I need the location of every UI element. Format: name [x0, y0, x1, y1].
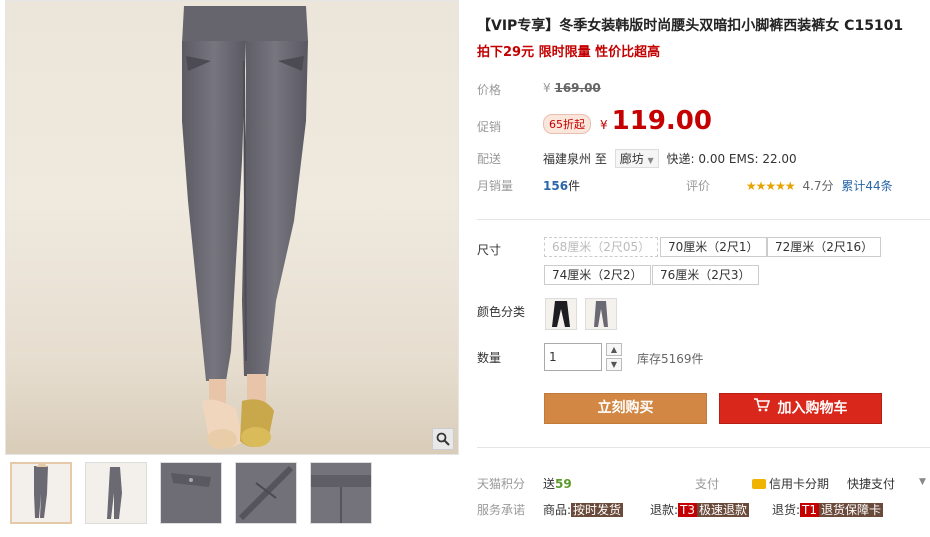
zoom-button[interactable]: [432, 428, 454, 450]
points-prefix: 送: [543, 477, 556, 491]
divider: [477, 219, 930, 220]
thumbnail-2[interactable]: [85, 462, 147, 524]
product-subtitle: 拍下29元 限时限量 性价比超高: [477, 45, 661, 60]
ship-to-word: 至: [594, 152, 607, 166]
thumb-pants-full: [34, 466, 48, 518]
size-option-72[interactable]: 72厘米（2尺16）: [767, 237, 882, 257]
quantity-input[interactable]: 1: [544, 343, 602, 371]
thumb-fabric-detail: [161, 463, 221, 523]
fast-pay-link[interactable]: 快捷支付: [847, 475, 895, 492]
orig-price-label: 价格: [477, 83, 502, 97]
promo-price-value: 119.00: [611, 106, 712, 136]
rating-score: 4.7分: [802, 179, 834, 193]
thumb-pants-side: [107, 467, 122, 519]
thumb-pocket-detail: [236, 463, 296, 523]
buy-now-button[interactable]: 立刻购买: [544, 393, 707, 424]
orig-price: ¥ 169.00: [543, 81, 601, 95]
stock-count: 库存5169件: [637, 352, 704, 366]
thumbnail-1[interactable]: [10, 462, 72, 524]
service-return-label: 退货:: [772, 503, 801, 517]
add-to-cart-button[interactable]: 加入购物车: [719, 393, 882, 424]
discount-badge: 65折起: [543, 114, 591, 134]
gray-pants-swatch: [594, 301, 608, 327]
color-option-gray[interactable]: [585, 298, 617, 330]
magnifier-icon: [436, 432, 450, 446]
service-refund[interactable]: 退款: T3 极速退款: [650, 501, 750, 518]
size-option-76[interactable]: 76厘米（2尺3）: [652, 265, 759, 285]
monthly-sales: 156件: [543, 177, 580, 194]
ship-destination-select[interactable]: 廊坊 ▼: [614, 149, 659, 168]
service-goods-label: 商品:: [543, 503, 572, 517]
ship-destination: 廊坊: [619, 152, 644, 166]
divider: [477, 447, 930, 448]
shipping-fee: 快递: 0.00 EMS: 22.00: [666, 152, 797, 166]
size-option-68[interactable]: 68厘米（2尺05）: [544, 237, 659, 257]
credit-installment-label: 信用卡分期: [769, 477, 830, 491]
price-panel: 价格 ¥ 169.00 促销 65折起 ¥119.00 配送 福建泉州 至 廊坊…: [477, 68, 930, 204]
pay-label: 支付: [695, 477, 720, 491]
chevron-down-icon: ▼: [610, 360, 618, 369]
chevron-down-icon[interactable]: ▼: [919, 477, 926, 487]
cart-icon: [753, 394, 770, 423]
points-number: 59: [555, 477, 572, 491]
promo-currency: ¥: [600, 118, 608, 132]
service-goods[interactable]: 商品: 按时发货: [543, 501, 624, 518]
t1-badge: T1: [800, 503, 820, 517]
add-to-cart-label: 加入购物车: [777, 400, 848, 417]
color-label: 颜色分类: [477, 305, 526, 319]
shipping-label: 配送: [477, 152, 502, 166]
black-pants-swatch: [552, 301, 570, 327]
review-count-link[interactable]: 累计44条: [841, 179, 892, 193]
thumbnail-3[interactable]: [160, 462, 222, 524]
product-title: 【VIP专享】冬季女装韩版时尚腰头双暗扣小脚裤西装裤女 C15101: [477, 18, 904, 34]
size-label: 尺寸: [477, 243, 502, 257]
currency-symbol: ¥: [543, 81, 551, 95]
ship-from: 福建泉州: [543, 152, 592, 166]
thumbnail-4[interactable]: [235, 462, 297, 524]
t3-badge: T3: [678, 503, 698, 517]
rating-info: 评价 ★★★★★ 4.7分 累计44条: [686, 177, 893, 194]
promo-price: ¥119.00: [600, 106, 712, 136]
pants-photo: [182, 6, 308, 449]
tmall-points-label: 天猫积分: [477, 477, 526, 491]
sales-unit: 件: [568, 179, 581, 193]
fast-refund-badge: 极速退款: [697, 503, 750, 517]
star-rating-icon: ★★★★★: [745, 179, 796, 193]
points-value: 送59: [543, 475, 572, 492]
thumbnail-strip: [10, 462, 385, 524]
service-return[interactable]: 退货: T1 退货保障卡: [772, 501, 884, 518]
quantity-label: 数量: [477, 351, 502, 365]
quantity-increase-button[interactable]: ▲: [606, 343, 622, 356]
ontime-delivery-badge: 按时发货: [571, 503, 624, 517]
return-guarantee-badge: 退货保障卡: [819, 503, 884, 517]
thumbnail-5[interactable]: [310, 462, 372, 524]
promo-label: 促销: [477, 120, 502, 134]
chevron-up-icon: ▲: [610, 345, 618, 354]
rating-label: 评价: [686, 179, 711, 193]
size-option-74[interactable]: 74厘米（2尺2）: [544, 265, 651, 285]
credit-installment-link[interactable]: 信用卡分期: [752, 475, 829, 492]
orig-price-value: 169.00: [554, 81, 601, 95]
shipping-info: 福建泉州 至 廊坊 ▼ 快递: 0.00 EMS: 22.00: [543, 149, 797, 168]
thumb-waist-detail: [311, 463, 371, 523]
credit-card-icon: [752, 479, 766, 489]
monthly-sales-label: 月销量: [477, 179, 514, 193]
color-option-black[interactable]: [545, 298, 577, 330]
service-label: 服务承诺: [477, 503, 526, 517]
main-product-image[interactable]: [5, 0, 459, 455]
size-option-70[interactable]: 70厘米（2尺1）: [660, 237, 767, 257]
sales-count: 156: [543, 179, 569, 193]
chevron-down-icon: ▼: [647, 156, 654, 165]
quantity-decrease-button[interactable]: ▼: [606, 358, 622, 371]
service-refund-label: 退款:: [650, 503, 679, 517]
